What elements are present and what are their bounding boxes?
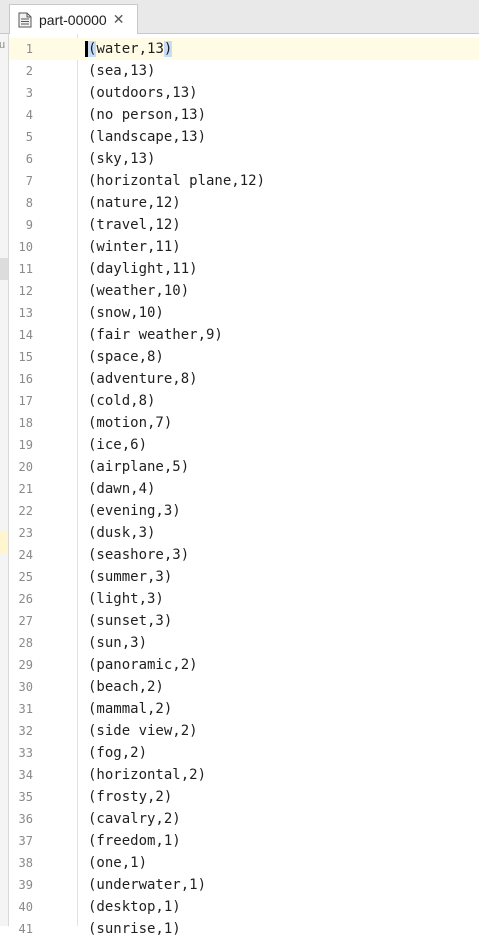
code-line-text: (cavalry,2) <box>88 811 181 827</box>
code-line-text: (beach,2) <box>88 679 164 695</box>
code-line-text: (sunrise,1) <box>88 921 181 937</box>
line-number: 32 <box>18 724 33 738</box>
code-line-text: (space,8) <box>88 349 164 365</box>
bracket-match-close: ) <box>163 41 173 57</box>
code-line-text: (light,3) <box>88 591 164 607</box>
line-number: 22 <box>18 504 33 518</box>
left-panel-marker <box>0 258 8 280</box>
code-line-text: (summer,3) <box>88 569 173 585</box>
line-number: 25 <box>18 570 33 584</box>
line-number: 11 <box>18 262 33 276</box>
code-line-text: (sun,3) <box>88 635 148 651</box>
line-number: 19 <box>18 438 33 452</box>
code-line-text: (freedom,1) <box>88 833 181 849</box>
line-number: 2 <box>25 64 33 78</box>
code-line-text: (sunset,3) <box>88 613 173 629</box>
tab-part-00000[interactable]: part-00000 ✕ <box>9 4 138 34</box>
line-number: 36 <box>18 812 33 826</box>
code-line-text: (horizontal,2) <box>88 767 207 783</box>
line-number: 28 <box>18 636 33 650</box>
code-line-text: (evening,3) <box>88 503 181 519</box>
line-number: 18 <box>18 416 33 430</box>
code-line-text: (weather,10) <box>88 283 190 299</box>
line-number: 37 <box>18 834 33 848</box>
file-icon <box>18 12 32 28</box>
code-line-text: (desktop,1) <box>88 899 181 915</box>
text-cursor <box>85 41 88 57</box>
line-number: 23 <box>18 526 33 540</box>
line-number: 13 <box>18 306 33 320</box>
left-panel-edge: u <box>0 34 9 926</box>
text-editor[interactable]: (water,13) (sea,13) (outdoors,13) (no perso… <box>78 38 479 937</box>
code-line-text: (sea,13) <box>88 63 156 79</box>
line-number: 12 <box>18 284 33 298</box>
line-number: 39 <box>18 878 33 892</box>
code-line-text: (winter,11) <box>88 239 181 255</box>
line-number: 1 <box>25 42 33 56</box>
line-number: 4 <box>25 108 33 122</box>
line-number: 9 <box>25 218 33 232</box>
code-line-text: (snow,10) <box>88 305 164 321</box>
code-line-text: (sky,13) <box>88 151 156 167</box>
line-number: 5 <box>25 130 33 144</box>
code-line-text: (panoramic,2) <box>88 657 198 673</box>
line-number: 20 <box>18 460 33 474</box>
line-number: 24 <box>18 548 33 562</box>
line-number: 35 <box>18 790 33 804</box>
code-line-text: (horizontal plane,12) <box>88 173 266 189</box>
line-number: 33 <box>18 746 33 760</box>
code-line-text: (water,13) <box>85 38 173 60</box>
line-number: 16 <box>18 372 33 386</box>
line-number: 27 <box>18 614 33 628</box>
line-number: 21 <box>18 482 33 496</box>
code-line-text: (daylight,11) <box>88 261 198 277</box>
code-line-text: (adventure,8) <box>88 371 198 387</box>
line-number: 3 <box>25 86 33 100</box>
code-line-text: (nature,12) <box>88 195 181 211</box>
line-number: 29 <box>18 658 33 672</box>
bracket-inner-text: water,13 <box>96 41 164 57</box>
line-number: 30 <box>18 680 33 694</box>
tab-title: part-00000 <box>39 11 107 28</box>
code-line-text: (travel,12) <box>88 217 181 233</box>
left-panel-text: u <box>0 39 6 51</box>
left-panel-marker <box>0 532 8 554</box>
code-line-text: (underwater,1) <box>88 877 207 893</box>
line-number: 10 <box>18 240 33 254</box>
line-number: 6 <box>25 152 33 166</box>
line-number: 31 <box>18 702 33 716</box>
code-line-text: (landscape,13) <box>88 129 207 145</box>
line-number: 34 <box>18 768 33 782</box>
line-number: 41 <box>18 922 33 936</box>
code-line-text: (airplane,5) <box>88 459 190 475</box>
line-number: 26 <box>18 592 33 606</box>
code-line-text: (dawn,4) <box>88 481 156 497</box>
code-line-text: (one,1) <box>88 855 148 871</box>
close-icon[interactable]: ✕ <box>113 12 125 28</box>
line-number: 8 <box>25 196 33 210</box>
code-line-text: (cold,8) <box>88 393 156 409</box>
code-line-text: (frosty,2) <box>88 789 173 805</box>
line-number: 38 <box>18 856 33 870</box>
line-number: 15 <box>18 350 33 364</box>
code-line-text: (seashore,3) <box>88 547 190 563</box>
line-number: 17 <box>18 394 33 408</box>
line-number: 7 <box>25 174 33 188</box>
tab-bar: part-00000 ✕ <box>0 0 479 34</box>
code-line-text: (mammal,2) <box>88 701 173 717</box>
code-line-text: (dusk,3) <box>88 525 156 541</box>
code-line-text: (motion,7) <box>88 415 173 431</box>
code-line-text: (ice,6) <box>88 437 148 453</box>
line-number: 14 <box>18 328 33 342</box>
line-number: 40 <box>18 900 33 914</box>
code-line-text: (outdoors,13) <box>88 85 198 101</box>
code-line-text: (no person,13) <box>88 107 207 123</box>
code-line-text: (fair weather,9) <box>88 327 223 343</box>
code-line-text: (side view,2) <box>88 723 198 739</box>
code-line-text: (fog,2) <box>88 745 148 761</box>
